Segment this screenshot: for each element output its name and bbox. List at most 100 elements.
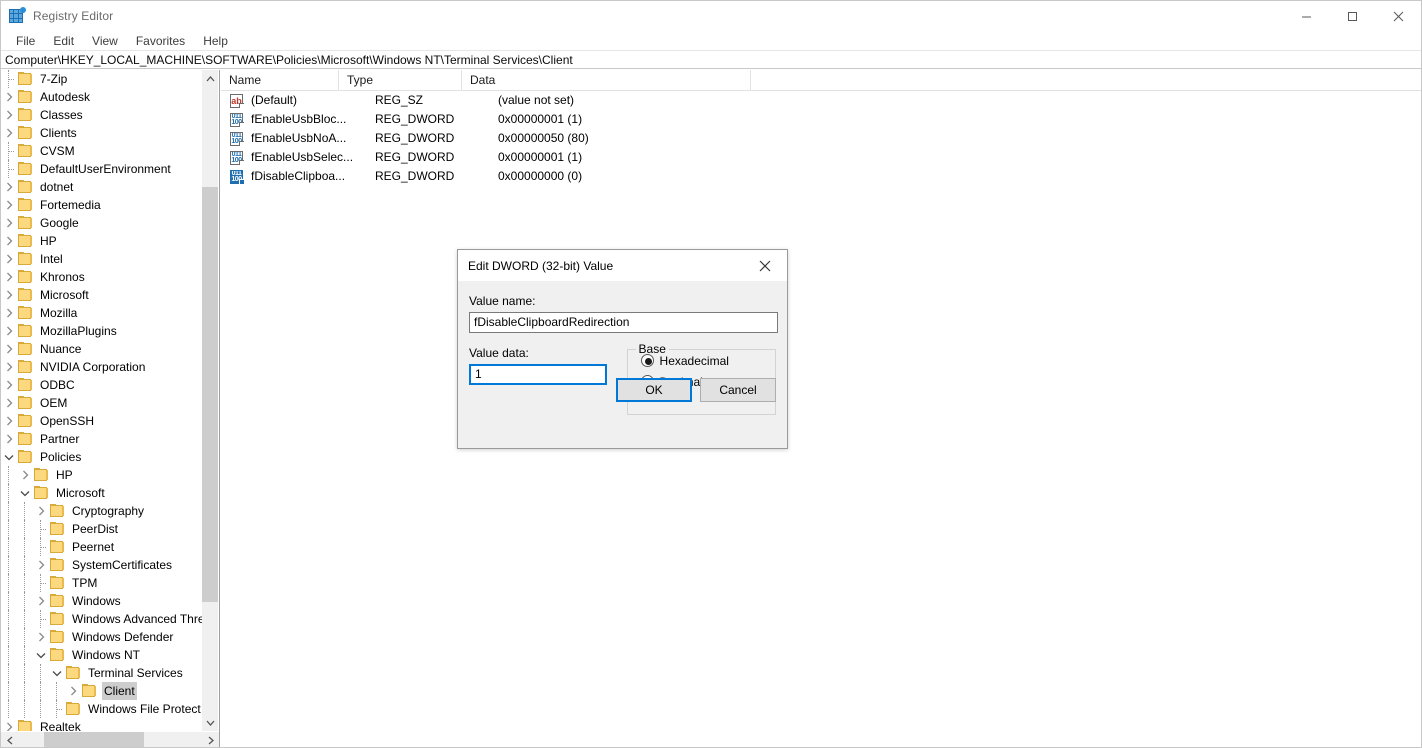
tree-item-windows-nt[interactable]: Windows NT (1, 646, 204, 664)
table-row[interactable]: 011100fEnableUsbSelec...REG_DWORD0x00000… (221, 148, 1421, 167)
column-header-type[interactable]: Type (339, 70, 462, 91)
folder-icon (17, 450, 33, 464)
tree-item-oem[interactable]: OEM (1, 394, 204, 412)
chevron-right-icon[interactable] (1, 214, 17, 232)
chevron-right-icon[interactable] (1, 430, 17, 448)
tree-item-windows-file-protect[interactable]: Windows File Protect (1, 700, 204, 718)
cancel-button[interactable]: Cancel (700, 378, 776, 402)
maximize-icon[interactable] (1329, 1, 1375, 31)
ok-button[interactable]: OK (616, 378, 692, 402)
scroll-right-icon[interactable] (202, 732, 219, 748)
chevron-right-icon[interactable] (1, 322, 17, 340)
chevron-right-icon[interactable] (1, 178, 17, 196)
tree-item-mozilla[interactable]: Mozilla (1, 304, 204, 322)
tree-item-classes[interactable]: Classes (1, 106, 204, 124)
minimize-icon[interactable] (1283, 1, 1329, 31)
close-icon[interactable] (743, 250, 787, 281)
tree-item-google[interactable]: Google (1, 214, 204, 232)
tree-item-dotnet[interactable]: dotnet (1, 178, 204, 196)
tree-item-microsoft[interactable]: Microsoft (1, 286, 204, 304)
chevron-down-icon[interactable] (49, 664, 65, 682)
tree-item-policies[interactable]: Policies (1, 448, 204, 466)
tree-horizontal-scrollbar[interactable] (1, 731, 219, 748)
tree-hscrollbar-thumb[interactable] (44, 732, 144, 748)
tree-item-microsoft[interactable]: Microsoft (1, 484, 204, 502)
tree-item-label: Windows File Protect (86, 700, 203, 718)
tree-item-fortemedia[interactable]: Fortemedia (1, 196, 204, 214)
chevron-right-icon[interactable] (17, 466, 33, 484)
tree-item-peernet[interactable]: Peernet (1, 538, 204, 556)
table-row[interactable]: 011100fEnableUsbNoA...REG_DWORD0x0000005… (221, 129, 1421, 148)
tree-item-openssh[interactable]: OpenSSH (1, 412, 204, 430)
scroll-down-icon[interactable] (202, 714, 218, 731)
tree-item-mozillaplugins[interactable]: MozillaPlugins (1, 322, 204, 340)
chevron-right-icon[interactable] (1, 304, 17, 322)
tree-item-7-zip[interactable]: 7-Zip (1, 70, 204, 88)
tree-item-clients[interactable]: Clients (1, 124, 204, 142)
tree-item-tpm[interactable]: TPM (1, 574, 204, 592)
chevron-right-icon[interactable] (1, 718, 17, 731)
tree-item-windows[interactable]: Windows (1, 592, 204, 610)
menu-item-edit[interactable]: Edit (44, 32, 83, 50)
table-row[interactable]: 011100fEnableUsbBloc...REG_DWORD0x000000… (221, 110, 1421, 129)
chevron-right-icon[interactable] (1, 232, 17, 250)
chevron-right-icon[interactable] (33, 502, 49, 520)
tree-scrollbar-thumb[interactable] (202, 187, 218, 602)
chevron-right-icon[interactable] (1, 340, 17, 358)
tree-item-hp[interactable]: HP (1, 232, 204, 250)
tree-item-intel[interactable]: Intel (1, 250, 204, 268)
radio-button-icon[interactable] (641, 354, 654, 367)
tree-item-windows-advanced-thre[interactable]: Windows Advanced Thre (1, 610, 204, 628)
chevron-right-icon[interactable] (1, 88, 17, 106)
tree-item-peerdist[interactable]: PeerDist (1, 520, 204, 538)
chevron-right-icon[interactable] (1, 286, 17, 304)
chevron-right-icon[interactable] (1, 106, 17, 124)
chevron-right-icon[interactable] (33, 556, 49, 574)
chevron-right-icon[interactable] (1, 412, 17, 430)
chevron-down-icon[interactable] (33, 646, 49, 664)
chevron-right-icon[interactable] (1, 124, 17, 142)
chevron-right-icon[interactable] (1, 376, 17, 394)
tree-item-systemcertificates[interactable]: SystemCertificates (1, 556, 204, 574)
tree-item-cvsm[interactable]: CVSM (1, 142, 204, 160)
tree-item-windows-defender[interactable]: Windows Defender (1, 628, 204, 646)
chevron-right-icon[interactable] (33, 592, 49, 610)
scroll-left-icon[interactable] (1, 732, 18, 748)
column-header-name[interactable]: Name (221, 70, 339, 91)
tree-item-cryptography[interactable]: Cryptography (1, 502, 204, 520)
menu-item-favorites[interactable]: Favorites (127, 32, 194, 50)
chevron-right-icon[interactable] (1, 196, 17, 214)
tree-item-hp[interactable]: HP (1, 466, 204, 484)
table-row[interactable]: ab(Default)REG_SZ(value not set) (221, 91, 1421, 110)
scroll-up-icon[interactable] (202, 70, 218, 87)
value-name-input[interactable]: fDisableClipboardRedirection (469, 312, 778, 333)
chevron-right-icon[interactable] (1, 394, 17, 412)
chevron-down-icon[interactable] (1, 448, 17, 466)
column-header-data[interactable]: Data (462, 70, 751, 91)
tree-item-partner[interactable]: Partner (1, 430, 204, 448)
chevron-right-icon[interactable] (65, 682, 81, 700)
tree-item-autodesk[interactable]: Autodesk (1, 88, 204, 106)
value-data-input[interactable]: 1 (469, 364, 607, 385)
menu-item-file[interactable]: File (7, 32, 44, 50)
tree-item-khronos[interactable]: Khronos (1, 268, 204, 286)
address-bar[interactable]: Computer\HKEY_LOCAL_MACHINE\SOFTWARE\Pol… (1, 50, 1421, 69)
close-icon[interactable] (1375, 1, 1421, 31)
registry-tree[interactable]: 7-ZipAutodeskClassesClientsCVSMDefaultUs… (1, 70, 204, 731)
tree-item-nvidia-corporation[interactable]: NVIDIA Corporation (1, 358, 204, 376)
chevron-right-icon[interactable] (1, 358, 17, 376)
table-row[interactable]: 011100fDisableClipboa...REG_DWORD0x00000… (221, 167, 1421, 186)
chevron-right-icon[interactable] (33, 628, 49, 646)
tree-item-odbc[interactable]: ODBC (1, 376, 204, 394)
tree-vertical-scrollbar[interactable] (202, 70, 218, 731)
menu-item-view[interactable]: View (83, 32, 127, 50)
chevron-down-icon[interactable] (17, 484, 33, 502)
tree-item-nuance[interactable]: Nuance (1, 340, 204, 358)
chevron-right-icon[interactable] (1, 250, 17, 268)
tree-item-defaultuserenvironment[interactable]: DefaultUserEnvironment (1, 160, 204, 178)
tree-item-terminal-services[interactable]: Terminal Services (1, 664, 204, 682)
menu-item-help[interactable]: Help (194, 32, 237, 50)
chevron-right-icon[interactable] (1, 268, 17, 286)
tree-item-client[interactable]: Client (1, 682, 204, 700)
tree-item-realtek[interactable]: Realtek (1, 718, 204, 731)
